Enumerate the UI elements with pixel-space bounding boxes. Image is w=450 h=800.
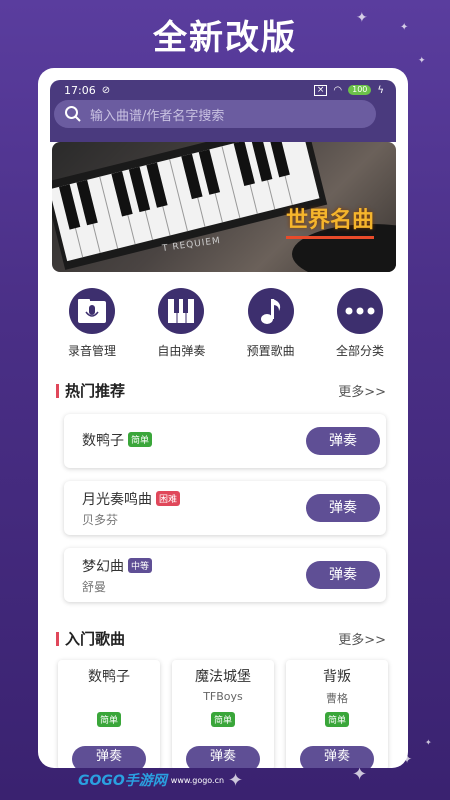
section-marker [56,383,59,398]
song-name-line: 梦幻曲 中等 [82,556,153,576]
category-all[interactable]: 全部分类 [324,288,396,359]
song-artist: 曹格 [326,692,348,705]
song-card[interactable]: 魔法城堡 TFBoys 简单 弹奏 [172,660,274,768]
song-artist: TFBoys [203,690,243,703]
watermark-text: GOGO手游网 [78,773,167,789]
banner-title: 世界名曲 [285,202,374,239]
phone-screen: 17:06 ⊘ × ◠ 100 ϟ 输入曲谱/作者名字搜索 T REQUIEM … [38,68,408,768]
category-recording[interactable]: 录音管理 [56,288,128,359]
song-name-line: 数鸭子 简单 [82,430,153,450]
more-dots-icon [336,288,383,334]
play-button[interactable]: 弹奏 [186,746,260,768]
more-link[interactable]: 更多>> [338,629,386,648]
song-name: 梦幻曲 [82,559,124,575]
beginner-section-header: 入门歌曲 更多>> [56,628,386,649]
difficulty-badge: 简单 [210,712,235,727]
sparkle-icon: ✦ [418,56,426,66]
sparkle-icon: ✦ [425,738,432,747]
difficulty-badge: 困难 [156,491,181,506]
song-name: 数鸭子 [88,669,130,685]
category-label: 录音管理 [67,344,116,358]
banner[interactable]: T REQUIEM 世界名曲 [52,142,396,272]
charging-icon: ϟ [377,84,384,96]
hot-section-header: 热门推荐 更多>> [56,380,386,401]
watermark-logo: GOGO手游网 www.gogo.cn [78,770,224,790]
song-card[interactable]: 背叛 曹格 简单 弹奏 [286,660,388,768]
section-title: 入门歌曲 [65,630,126,648]
category-free-play[interactable]: 自由弹奏 [145,288,217,359]
section-marker [56,631,59,646]
play-button[interactable]: 弹奏 [72,746,146,768]
sparkle-icon: ✦ [400,22,409,33]
song-name: 数鸭子 [82,433,124,449]
dnd-icon: ⊘ [101,84,111,96]
close-box-icon: × [313,84,328,96]
play-button[interactable]: 弹奏 [306,427,380,455]
app-header: 17:06 ⊘ × ◠ 100 ϟ 输入曲谱/作者名字搜索 [50,80,396,142]
category-label: 自由弹奏 [157,344,206,358]
play-button[interactable]: 弹奏 [306,494,380,522]
play-button[interactable]: 弹奏 [300,746,374,768]
song-name: 魔法城堡 [195,669,251,685]
song-name-line: 月光奏鸣曲 困难 [82,489,181,509]
list-item[interactable]: 梦幻曲 中等 舒曼 弹奏 [64,548,386,602]
mic-folder-icon [69,288,115,334]
battery-indicator: 100 [348,85,372,95]
more-link[interactable]: 更多>> [338,381,386,400]
section-title: 热门推荐 [65,382,126,400]
category-label: 预置歌曲 [246,344,295,358]
watermark-site: www.gogo.cn [170,775,225,785]
category-preset-songs[interactable]: 预置歌曲 [235,288,307,359]
song-card[interactable]: 数鸭子 简单 弹奏 [58,660,160,768]
play-button[interactable]: 弹奏 [306,561,380,589]
song-artist [58,690,160,704]
piano-keys-icon [158,288,205,334]
category-row: 录音管理 自由弹奏 预置歌曲 全部分类 [56,288,396,359]
list-item[interactable]: 数鸭子 简单 弹奏 [64,414,386,468]
list-item[interactable]: 月光奏鸣曲 困难 贝多芬 弹奏 [64,481,386,535]
status-time: 17:06 [64,83,96,97]
song-artist: 贝多芬 [82,513,119,527]
song-artist: 舒曼 [82,580,107,594]
category-label: 全部分类 [335,344,384,358]
difficulty-badge: 简单 [324,712,349,727]
sparkle-icon: ✦ [356,10,368,26]
difficulty-badge: 简单 [128,432,153,447]
promo-title: 全新改版 [153,18,297,58]
song-name: 背叛 [323,669,351,685]
search-icon [65,106,81,122]
music-note-icon [247,288,294,334]
difficulty-badge: 简单 [96,712,121,727]
difficulty-badge: 中等 [128,558,153,573]
search-input[interactable]: 输入曲谱/作者名字搜索 [54,100,376,128]
search-placeholder: 输入曲谱/作者名字搜索 [90,108,225,124]
wifi-icon: ◠ [333,84,343,96]
sparkle-icon: ✦ [228,770,244,791]
song-name: 月光奏鸣曲 [82,492,152,508]
status-bar: 17:06 ⊘ × ◠ 100 ϟ [64,82,384,98]
